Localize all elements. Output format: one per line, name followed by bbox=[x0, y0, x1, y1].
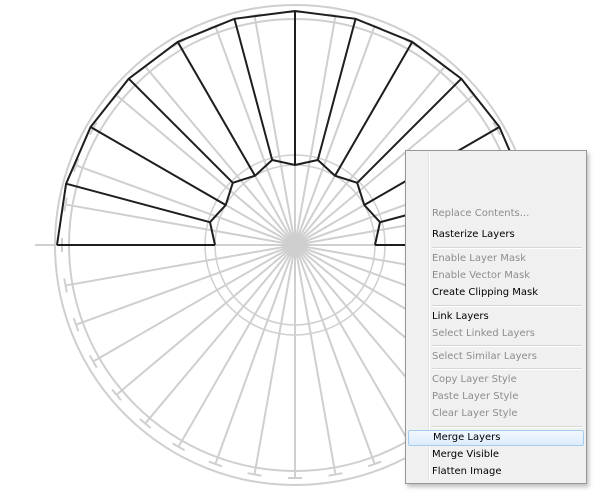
menu-separator bbox=[432, 247, 582, 249]
menu-item-merge-layers[interactable]: Merge Layers bbox=[408, 430, 584, 446]
menu-item-select-linked-layers[interactable]: Select Linked Layers bbox=[408, 326, 584, 342]
menu-item-enable-layer-mask[interactable]: Enable Layer Mask bbox=[408, 251, 584, 267]
menu-separator bbox=[432, 368, 582, 370]
guide-tick bbox=[63, 278, 68, 293]
arch-segment-divider bbox=[316, 18, 357, 161]
menu-item-merge-visible[interactable]: Merge Visible bbox=[408, 447, 584, 463]
menu-item-replace-contents[interactable]: Replace Contents... bbox=[408, 206, 584, 222]
layer-context-menu: Replace Contents... Rasterize Layers Ena… bbox=[405, 150, 587, 484]
menu-separator bbox=[432, 345, 582, 347]
guide-tick bbox=[88, 354, 98, 369]
menu-separator bbox=[432, 305, 582, 307]
menu-item-enable-vector-mask[interactable]: Enable Vector Mask bbox=[408, 268, 584, 284]
menu-item-copy-layer-style[interactable]: Copy Layer Style bbox=[408, 372, 584, 388]
arch-segment-divider bbox=[127, 77, 234, 184]
menu-separator bbox=[432, 426, 582, 428]
guide-tick bbox=[328, 472, 343, 477]
menu-item-link-layers[interactable]: Link Layers bbox=[408, 309, 584, 325]
menu-item-paste-layer-style[interactable]: Paste Layer Style bbox=[408, 389, 584, 405]
menu-item-create-clipping-mask[interactable]: Create Clipping Mask bbox=[408, 285, 584, 301]
menu-item-select-similar-layers[interactable]: Select Similar Layers bbox=[408, 349, 584, 365]
menu-item-clear-layer-style[interactable]: Clear Layer Style bbox=[408, 406, 584, 422]
guide-tick bbox=[171, 442, 186, 452]
menu-item-rasterize-layers[interactable]: Rasterize Layers bbox=[408, 227, 584, 243]
arch-segment-divider bbox=[233, 18, 274, 161]
guide-tick bbox=[247, 472, 262, 477]
menu-item-flatten-image[interactable]: Flatten Image bbox=[408, 464, 584, 480]
